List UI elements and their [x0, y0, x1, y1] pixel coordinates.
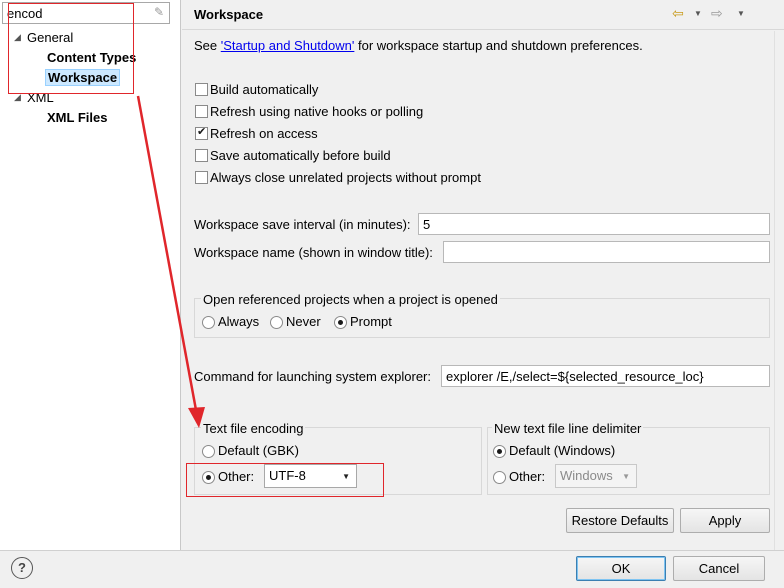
- checkbox-label: Refresh using native hooks or polling: [210, 104, 424, 119]
- save-interval-label: Workspace save interval (in minutes):: [194, 217, 411, 232]
- checkbox-label: Refresh on access: [210, 126, 318, 141]
- checkbox-label: Build automatically: [210, 82, 319, 97]
- workspace-name-input[interactable]: [443, 241, 770, 263]
- encoding-default-radio[interactable]: [202, 445, 215, 458]
- intro-text: See 'Startup and Shutdown' for workspace…: [194, 38, 643, 53]
- checkbox-label: Always close unrelated projects without …: [210, 170, 481, 185]
- explorer-command-label: Command for launching system explorer:: [194, 369, 431, 384]
- refresh-native-hooks-checkbox[interactable]: [195, 105, 208, 118]
- intro-prefix: See: [194, 38, 221, 53]
- radio-label: Always: [218, 314, 260, 329]
- chevron-down-icon[interactable]: ▼: [694, 7, 702, 21]
- ok-button[interactable]: OK: [576, 556, 666, 581]
- explorer-command-input[interactable]: [441, 365, 770, 387]
- radio-label: Default (Windows): [509, 443, 616, 458]
- help-icon[interactable]: ?: [11, 557, 33, 579]
- eraser-icon[interactable]: ✎: [152, 5, 166, 19]
- cancel-button[interactable]: Cancel: [673, 556, 765, 581]
- forward-icon[interactable]: ⇨: [711, 6, 723, 20]
- chevron-down-icon: ▼: [622, 472, 630, 481]
- tree-item-xml-files[interactable]: XML Files: [47, 110, 107, 125]
- text-encoding-title: Text file encoding: [201, 421, 306, 436]
- save-interval-input[interactable]: [418, 213, 770, 235]
- build-automatically-checkbox[interactable]: [195, 83, 208, 96]
- delimiter-select[interactable]: Windows ▼: [555, 464, 637, 488]
- open-referenced-prompt-radio[interactable]: [334, 316, 347, 329]
- delimiter-select-value: Windows: [560, 468, 613, 483]
- annotation-highlight-box: [8, 3, 134, 94]
- checkbox-label: Save automatically before build: [210, 148, 391, 163]
- restore-defaults-button[interactable]: Restore Defaults: [566, 508, 674, 533]
- annotation-highlight-box: [186, 463, 384, 497]
- intro-suffix: for workspace startup and shutdown prefe…: [354, 38, 643, 53]
- radio-label: Default (GBK): [218, 443, 299, 458]
- save-before-build-checkbox[interactable]: [195, 149, 208, 162]
- delimiter-default-radio[interactable]: [493, 445, 506, 458]
- close-unrelated-projects-checkbox[interactable]: [195, 171, 208, 184]
- delimiter-other-radio[interactable]: [493, 471, 506, 484]
- line-delimiter-title: New text file line delimiter: [492, 421, 644, 436]
- refresh-on-access-checkbox[interactable]: [195, 125, 208, 140]
- footer-divider: [0, 550, 784, 551]
- back-icon[interactable]: ⇦: [672, 6, 684, 20]
- startup-shutdown-link[interactable]: 'Startup and Shutdown': [221, 38, 355, 53]
- open-referenced-always-radio[interactable]: [202, 316, 215, 329]
- scrollbar[interactable]: [774, 31, 784, 550]
- open-referenced-never-radio[interactable]: [270, 316, 283, 329]
- radio-label: Prompt: [350, 314, 392, 329]
- page-title: Workspace: [194, 7, 264, 22]
- view-menu-icon[interactable]: ▼: [737, 7, 745, 21]
- radio-label: Never: [286, 314, 321, 329]
- radio-label: Other:: [509, 469, 546, 484]
- apply-button[interactable]: Apply: [680, 508, 770, 533]
- open-referenced-title: Open referenced projects when a project …: [201, 292, 500, 307]
- workspace-name-label: Workspace name (shown in window title):: [194, 245, 433, 260]
